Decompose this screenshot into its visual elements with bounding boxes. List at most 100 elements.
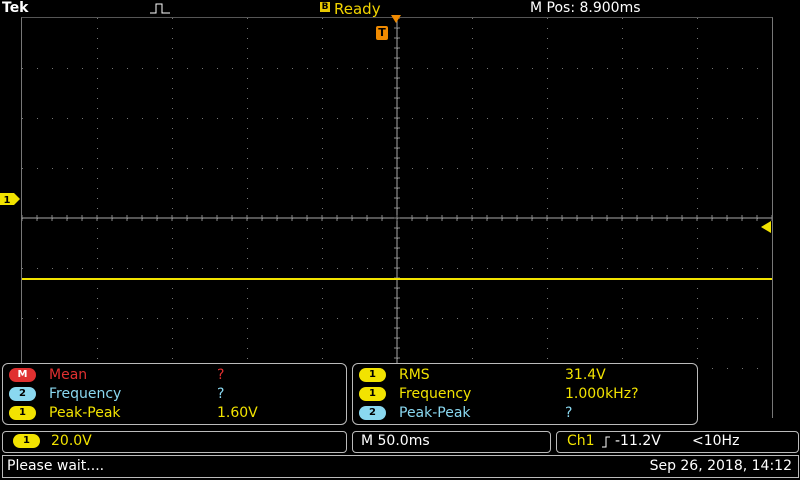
grid-dot: [247, 248, 248, 249]
grid-dot: [247, 228, 248, 229]
measurement-row[interactable]: 2 Peak-Peak ?: [359, 404, 689, 423]
ch1-ground-marker[interactable]: 1: [0, 193, 20, 205]
trigger-info-box[interactable]: Ch1 -11.2V <10Hz: [556, 431, 799, 453]
measurement-row[interactable]: 1 Peak-Peak 1.60V: [9, 404, 339, 423]
ch1-scale-box[interactable]: 1 20.0V: [2, 431, 347, 453]
grid-dot: [697, 128, 698, 129]
grid-dot: [472, 358, 473, 359]
grid-dot: [697, 208, 698, 209]
grid-dot: [322, 168, 323, 169]
horizontal-position[interactable]: M Pos: 8.900ms: [530, 0, 641, 16]
grid-dot: [637, 68, 638, 69]
trigger-level: -11.2V: [615, 433, 661, 449]
grid-dot: [622, 18, 623, 19]
grid-dot: [442, 168, 443, 169]
measurement-row[interactable]: M Mean ?: [9, 366, 339, 385]
grid-dot: [337, 318, 338, 319]
grid-dot: [142, 168, 143, 169]
grid-dot: [412, 318, 413, 319]
grid-dot: [547, 188, 548, 189]
grid-dot: [697, 308, 698, 309]
grid-dot: [547, 208, 548, 209]
grid-dot: [697, 298, 698, 299]
grid-dot: [622, 208, 623, 209]
grid-dot: [547, 238, 548, 239]
grid-dot: [547, 318, 548, 319]
grid-dot: [487, 68, 488, 69]
grid-dot: [247, 358, 248, 359]
grid-dot: [547, 228, 548, 229]
ch1-badge: 1: [359, 387, 386, 401]
grid-dot: [232, 68, 233, 69]
grid-dot: [652, 168, 653, 169]
grid-dot: [607, 318, 608, 319]
trigger-level-arrow-icon[interactable]: [759, 221, 771, 233]
grid-dot: [652, 118, 653, 119]
grid-dot: [307, 118, 308, 119]
measurement-label: RMS: [399, 367, 430, 383]
grid-dot: [97, 68, 98, 69]
grid-dot: [157, 68, 158, 69]
grid-dot: [547, 198, 548, 199]
grid-dot: [547, 28, 548, 29]
grid-dot: [292, 318, 293, 319]
grid-dot: [697, 38, 698, 39]
grid-dot: [607, 168, 608, 169]
grid-dot: [592, 168, 593, 169]
grid-dot: [682, 168, 683, 169]
grid-dot: [172, 258, 173, 259]
grid-dot: [322, 38, 323, 39]
grid-dot: [97, 318, 98, 319]
grid-dot: [457, 318, 458, 319]
grid-dot: [97, 18, 98, 19]
grid-dot: [262, 168, 263, 169]
grid-dot: [727, 168, 728, 169]
grid-dot: [97, 168, 98, 169]
grid-dot: [592, 118, 593, 119]
grid-dot: [247, 268, 248, 269]
grid-dot: [742, 168, 743, 169]
grid-dot: [322, 138, 323, 139]
grid-dot: [682, 268, 683, 269]
measurement-row[interactable]: 1 Frequency 1.000kHz?: [359, 385, 689, 404]
ch1-marker-label: 1: [4, 195, 11, 205]
grid-dot: [172, 298, 173, 299]
grid-dot: [502, 318, 503, 319]
measurement-panel-left[interactable]: M Mean ? 2 Frequency ? 1 Peak-Peak 1.60V: [2, 363, 347, 425]
grid-dot: [247, 188, 248, 189]
grid-dot: [217, 68, 218, 69]
grid-dot: [367, 68, 368, 69]
grid-dot: [727, 268, 728, 269]
grid-dot: [172, 168, 173, 169]
grid-dot: [82, 318, 83, 319]
grid-dot: [112, 168, 113, 169]
timebase-box[interactable]: M 50.0ms: [352, 431, 551, 453]
grid-dot: [97, 308, 98, 309]
status-message: Please wait....: [7, 458, 105, 474]
waveform-display[interactable]: [21, 17, 773, 418]
measurement-panel-right[interactable]: 1 RMS 31.4V 1 Frequency 1.000kHz? 2 Peak…: [352, 363, 698, 425]
grid-dot: [697, 108, 698, 109]
grid-dot: [622, 358, 623, 359]
grid-dot: [547, 268, 548, 269]
grid-dot: [622, 328, 623, 329]
grid-dot: [277, 68, 278, 69]
grid-dot: [697, 148, 698, 149]
grid-dot: [247, 168, 248, 169]
grid-dot: [622, 188, 623, 189]
grid-dot: [547, 98, 548, 99]
grid-dot: [382, 118, 383, 119]
grid-dot: [97, 58, 98, 59]
measurement-row[interactable]: 2 Frequency ?: [9, 385, 339, 404]
grid-dot: [367, 118, 368, 119]
grid-dot: [52, 118, 53, 119]
grid-dot: [472, 308, 473, 309]
grid-dot: [757, 268, 758, 269]
grid-dot: [142, 268, 143, 269]
grid-dot: [472, 298, 473, 299]
measurement-row[interactable]: 1 RMS 31.4V: [359, 366, 689, 385]
grid-dot: [97, 238, 98, 239]
grid-dot: [337, 118, 338, 119]
grid-dot: [472, 18, 473, 19]
grid-dot: [697, 228, 698, 229]
